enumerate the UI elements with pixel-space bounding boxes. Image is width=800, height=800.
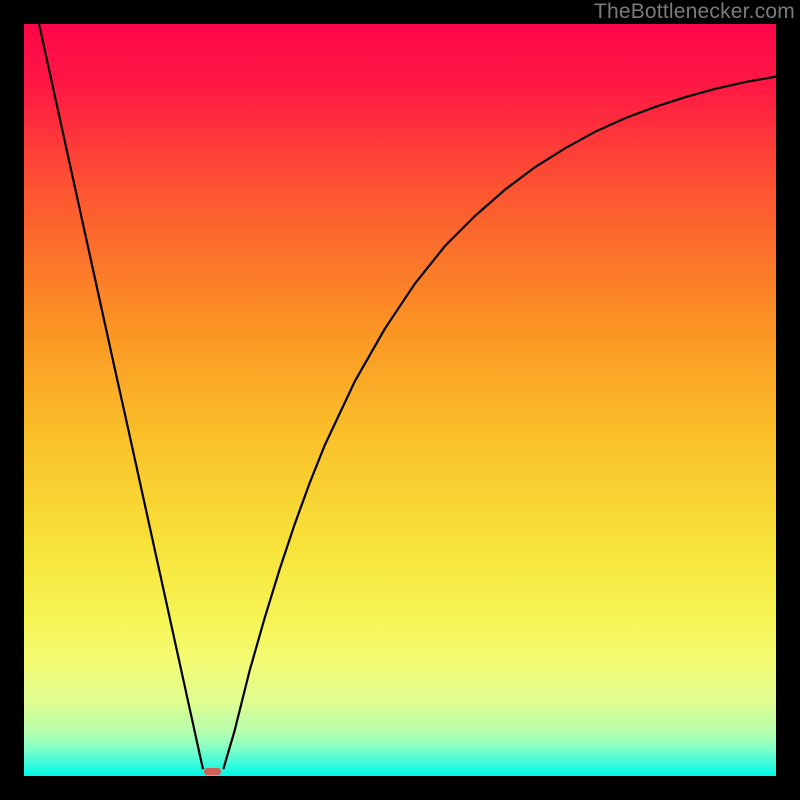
optimal-point-marker <box>204 768 221 775</box>
bottleneck-curve <box>24 24 776 776</box>
bottleneck-right-path <box>223 77 776 770</box>
watermark-text: TheBottlenecker.com <box>594 0 795 24</box>
chart-frame: TheBottlenecker.com <box>0 0 800 800</box>
bottleneck-left-path <box>39 24 203 769</box>
plot-area <box>24 24 776 776</box>
